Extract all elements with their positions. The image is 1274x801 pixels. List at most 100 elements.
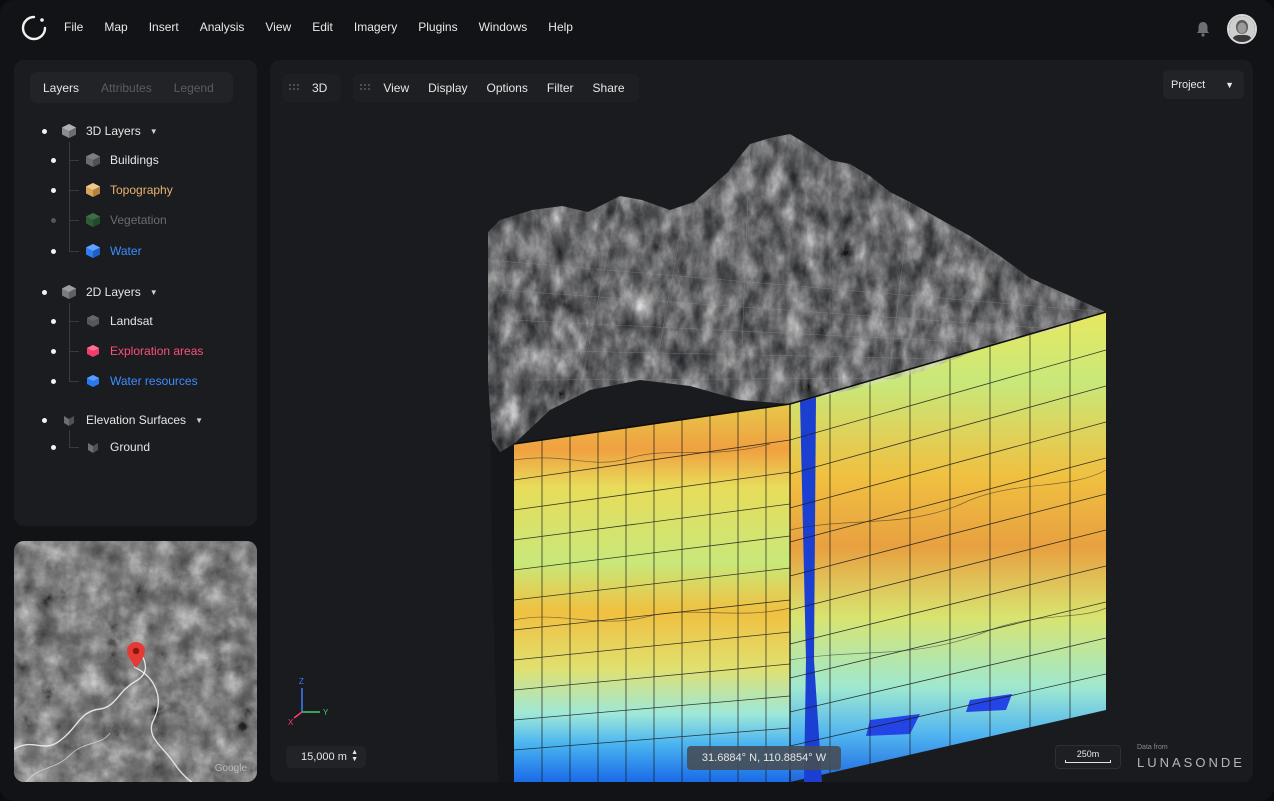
mode-group: 3D [282,74,342,102]
chevron-down-icon[interactable]: ▼ [195,416,203,425]
tree-connector [69,351,79,352]
menu-analysis[interactable]: Analysis [200,20,245,34]
toolbar-filter[interactable]: Filter [547,81,574,95]
layer-group-label: Elevation Surfaces [86,413,187,427]
tree-connector [69,303,70,382]
visibility-toggle-buildings[interactable] [51,158,56,163]
tree-connector [69,251,79,252]
toolbar-options[interactable]: Options [487,81,528,95]
tree-connector [69,447,79,448]
drag-handle-icon[interactable] [359,82,371,94]
view-options-group: View Display Options Filter Share [353,74,639,102]
axis-y-label: Y [323,708,329,717]
scale-bar-line [1065,760,1111,763]
tree-connector [69,220,79,221]
layer-label: Topography [110,183,173,197]
tree-connector [69,381,79,382]
axis-z-label: Z [299,677,304,686]
location-pin-icon[interactable] [127,642,145,668]
cube-icon [86,244,100,258]
tab-layers[interactable]: Layers [43,81,79,95]
menu-insert[interactable]: Insert [149,20,179,34]
surface-icon [64,416,74,426]
drag-handle-icon[interactable] [288,82,300,94]
cube-icon [86,183,100,197]
cube-icon [87,375,99,387]
altitude-value: 15,000 m [301,751,347,763]
layer-item-water-resources[interactable]: Water resources [86,371,198,391]
credit-brand-logo: LUNASONDE [1137,755,1245,770]
tree-connector [69,430,70,448]
cube-icon [62,124,76,138]
scale-bar-label: 250m [1076,749,1100,759]
layer-item-exploration-areas[interactable]: Exploration areas [86,341,203,361]
visibility-toggle-3d-layers[interactable] [42,129,47,134]
mode-3d-button[interactable]: 3D [312,81,327,95]
menu-map[interactable]: Map [104,20,127,34]
3d-viewport[interactable]: 3D View Display Options Filter Share Pro… [270,60,1253,782]
cube-icon [87,315,99,327]
app-logo-icon[interactable] [20,14,48,42]
menu-imagery[interactable]: Imagery [354,20,397,34]
visibility-toggle-water[interactable] [51,249,56,254]
menu-view[interactable]: View [265,20,291,34]
tree-connector [69,190,79,191]
cube-icon [62,285,76,299]
visibility-toggle-elevation[interactable] [42,418,47,423]
menu-bar: File Map Insert Analysis View Edit Image… [64,20,594,34]
axis-gizmo-icon: Z Y X [288,677,329,727]
tree-connector [69,160,79,161]
altitude-stepper[interactable]: 15,000 m ▲ ▼ [286,746,366,768]
layer-item-landsat[interactable]: Landsat [86,311,153,331]
chevron-down-icon[interactable]: ▼ [150,288,158,297]
menu-plugins[interactable]: Plugins [418,20,457,34]
cursor-coordinates: 31.6884° N, 110.8854° W [687,746,841,770]
chevron-down-icon[interactable]: ▼ [150,127,158,136]
visibility-toggle-ground[interactable] [51,445,56,450]
layer-item-vegetation[interactable]: Vegetation [86,210,167,230]
layers-panel: Layers Attributes Legend 3D Layers ▼ Bui… [14,60,257,526]
layer-item-water[interactable]: Water [86,241,142,261]
layer-group-3d[interactable]: 3D Layers ▼ [62,121,158,141]
axis-x-label: X [288,718,294,727]
layer-group-label: 3D Layers [86,124,141,138]
project-dropdown[interactable]: Project ▼ [1163,70,1244,99]
tab-attributes[interactable]: Attributes [101,81,152,95]
toolbar-share[interactable]: Share [593,81,625,95]
visibility-toggle-vegetation[interactable] [51,218,56,223]
menu-windows[interactable]: Windows [479,20,528,34]
layer-label: Water [110,244,142,258]
chevron-down-icon: ▼ [1225,80,1234,90]
visibility-toggle-2d-layers[interactable] [42,290,47,295]
user-avatar[interactable] [1227,14,1257,44]
credit-prefix: Data from [1137,744,1168,751]
tab-legend[interactable]: Legend [174,81,214,95]
menu-help[interactable]: Help [548,20,573,34]
layer-label: Water resources [110,374,198,388]
menu-file[interactable]: File [64,20,83,34]
toolbar-view[interactable]: View [383,81,409,95]
visibility-toggle-exploration[interactable] [51,349,56,354]
visibility-toggle-landsat[interactable] [51,319,56,324]
layer-item-ground[interactable]: Ground [86,437,150,457]
terrain-block-model[interactable] [270,60,1253,782]
layer-group-elevation[interactable]: Elevation Surfaces ▼ [62,410,203,430]
scale-bar: 250m [1055,745,1121,769]
stepper-arrows-icon[interactable]: ▲ ▼ [351,749,358,763]
cube-icon [87,345,99,357]
layer-item-buildings[interactable]: Buildings [86,150,159,170]
cube-icon [86,213,100,227]
notification-bell-icon[interactable] [1194,20,1212,38]
toolbar-display[interactable]: Display [428,81,467,95]
view-toolbar: 3D View Display Options Filter Share [282,74,651,102]
menu-edit[interactable]: Edit [312,20,333,34]
visibility-toggle-water-resources[interactable] [51,379,56,384]
visibility-toggle-topography[interactable] [51,188,56,193]
panel-tabs: Layers Attributes Legend [30,72,233,103]
app-window: File Map Insert Analysis View Edit Image… [0,0,1274,801]
mini-map[interactable]: Google [14,541,257,782]
layer-label: Ground [110,440,151,454]
layer-item-topography[interactable]: Topography [86,180,173,200]
layer-group-2d[interactable]: 2D Layers ▼ [62,282,158,302]
project-dropdown-label: Project [1171,78,1206,91]
